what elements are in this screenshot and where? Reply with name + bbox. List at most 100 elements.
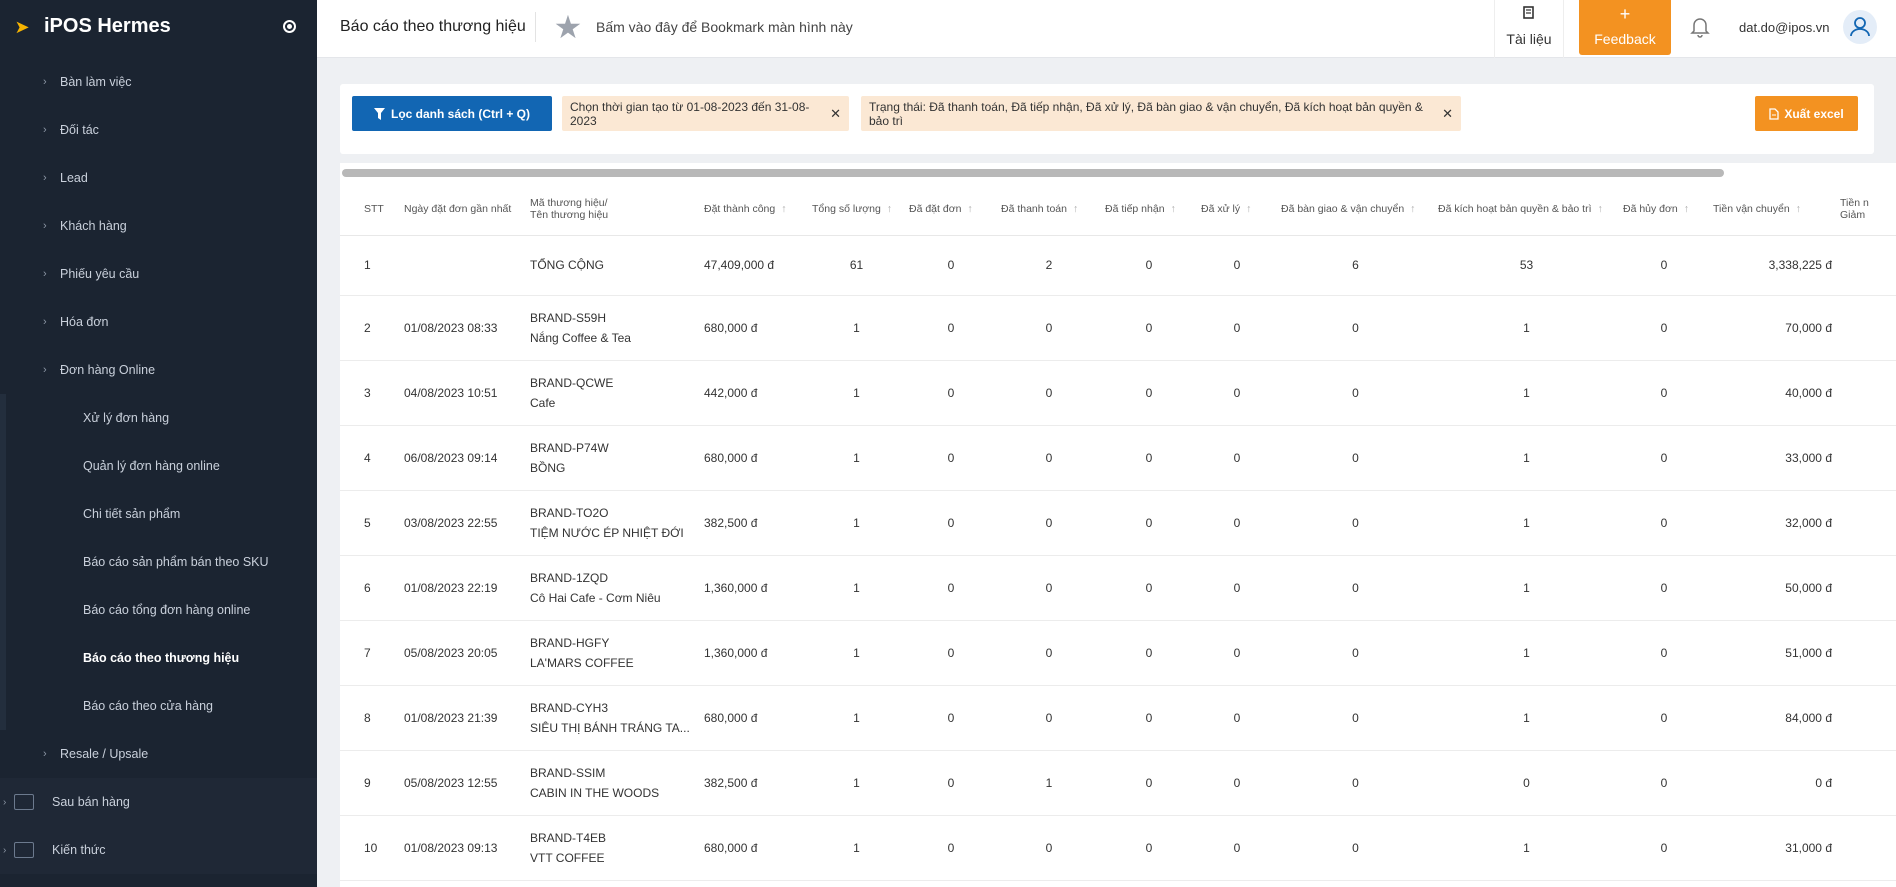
chevron-right-icon: › <box>3 844 7 856</box>
brand-code: BRAND-CYH3 <box>530 700 609 715</box>
sort-arrow-icon[interactable]: ↑ <box>1410 203 1415 215</box>
cell-date <box>400 235 526 296</box>
sort-arrow-icon[interactable]: ↑ <box>1598 203 1603 215</box>
column-header-label: Ngày đặt đơn gần nhất <box>404 202 512 215</box>
cell-success: 382,500 đ <box>700 490 808 556</box>
table-row[interactable]: 9 05/08/2023 12:55 BRAND-SSIM CABIN IN THE … <box>340 750 1896 816</box>
cell-shipped: 0 <box>1277 750 1434 816</box>
column-header[interactable]: Tổng số lượng ↑ <box>808 183 905 236</box>
cell-qty: 1 <box>808 750 905 816</box>
star-icon[interactable]: ★ <box>551 10 585 44</box>
column-header[interactable]: Đã bàn giao & vận chuyển ↑ <box>1277 183 1434 236</box>
sidebar-item-label: Sau bán hàng <box>52 795 130 809</box>
cell-processed: 0 <box>1197 685 1277 751</box>
cell-received: 0 <box>1101 235 1197 296</box>
close-icon[interactable]: ✕ <box>830 106 841 122</box>
feedback-button[interactable]: + Feedback <box>1579 0 1671 55</box>
column-header[interactable]: Đã xử lý ↑ <box>1197 183 1277 236</box>
column-header[interactable]: Đã đặt đơn ↑ <box>905 183 997 236</box>
cell-shipped: 0 <box>1277 360 1434 426</box>
cell-processed: 0 <box>1197 620 1277 686</box>
cell-paid: 1 <box>997 750 1101 816</box>
column-header[interactable]: Đã thanh toán ↑ <box>997 183 1101 236</box>
horizontal-scrollbar[interactable] <box>342 169 1724 177</box>
sidebar-subitem[interactable]: Báo cáo sản phẩm bán theo SKU <box>6 538 317 586</box>
sort-arrow-icon[interactable]: ↑ <box>967 203 972 215</box>
sort-arrow-icon[interactable]: ↑ <box>1684 203 1689 215</box>
sidebar-subitem[interactable]: Xử lý đơn hàng <box>6 394 317 442</box>
table-row[interactable]: 2 01/08/2023 08:33 BRAND-S59H Nắng Coffee &… <box>340 295 1896 361</box>
sidebar: ➤ iPOS Hermes › Bàn làm việc › Đối tác › Lead… <box>0 0 317 887</box>
sidebar-subitem[interactable]: Báo cáo theo thương hiệu <box>6 634 317 682</box>
user-icon[interactable] <box>1843 10 1877 44</box>
sidebar-item[interactable]: › Khách hàng <box>0 202 317 250</box>
docs-button[interactable]: Tài liệu <box>1494 0 1564 58</box>
table-row[interactable]: 6 01/08/2023 22:19 BRAND-1ZQD Cô Hai Cafe -… <box>340 555 1896 621</box>
cell-date: 05/08/2023 20:05 <box>400 620 526 686</box>
sort-arrow-icon[interactable]: ↑ <box>1171 203 1176 215</box>
cell-stt: 1 <box>340 235 400 296</box>
column-header[interactable]: Đặt thành công ↑ <box>700 183 808 236</box>
table-row[interactable]: 5 03/08/2023 22:55 BRAND-TO2O TIỆM NƯỚC ÉP … <box>340 490 1896 556</box>
sidebar-item[interactable]: › Resale / Upsale <box>0 730 317 778</box>
cell-shipped: 0 <box>1277 685 1434 751</box>
sidebar-item[interactable]: › Bàn làm việc <box>0 58 317 106</box>
cell-ordered: 0 <box>905 295 997 361</box>
sidebar-subitem[interactable]: Báo cáo theo cửa hàng <box>6 682 317 730</box>
sort-arrow-icon[interactable]: ↑ <box>781 203 786 215</box>
filter-list-button[interactable]: Lọc danh sách (Ctrl + Q) <box>352 96 552 131</box>
sort-arrow-icon[interactable]: ↑ <box>887 203 892 215</box>
close-icon[interactable]: ✕ <box>1442 106 1453 122</box>
column-header[interactable]: Đã kích hoạt bản quyền & bảo trì ↑ <box>1434 183 1619 236</box>
header-divider <box>535 12 536 42</box>
sort-arrow-icon[interactable]: ↑ <box>1246 203 1251 215</box>
sidebar-subitem[interactable]: Chi tiết sản phẩm <box>6 490 317 538</box>
sidebar-item[interactable]: › Phiếu yêu cầu <box>0 250 317 298</box>
sidebar-item-label: Resale / Upsale <box>60 747 149 761</box>
export-excel-button[interactable]: Xuất excel <box>1755 96 1858 131</box>
table-row[interactable]: 4 06/08/2023 09:14 BRAND-P74W BỒNG 680,000 đ… <box>340 425 1896 491</box>
brand-name: Nắng Coffee & Tea <box>530 330 631 345</box>
column-header[interactable]: Đã tiếp nhận ↑ <box>1101 183 1197 236</box>
sidebar-root-item[interactable]: › Kiến thức <box>0 826 317 874</box>
cell-processed: 0 <box>1197 425 1277 491</box>
cell-extra: 3 <box>1836 490 1896 556</box>
table-row[interactable]: 1 TỔNG CỘNG 47,409,000 đ 61 0 2 0 0 6 53 0 3,338,22… <box>340 235 1896 296</box>
sidebar-item-label: Đối tác <box>60 123 99 137</box>
bookmark-link[interactable]: Bấm vào đây để Bookmark màn hình này <box>596 19 853 35</box>
sidebar-item[interactable]: › Đối tác <box>0 106 317 154</box>
sidebar-subitem[interactable]: Quản lý đơn hàng online <box>6 442 317 490</box>
cell-received: 0 <box>1101 490 1197 556</box>
sort-arrow-icon[interactable]: ↑ <box>1073 203 1078 215</box>
table-row[interactable]: 7 05/08/2023 20:05 BRAND-HGFY LA'MARS COFFE… <box>340 620 1896 686</box>
table-row[interactable]: 3 04/08/2023 10:51 BRAND-QCWE Cafe 442,000 đ… <box>340 360 1896 426</box>
cell-date: 04/08/2023 10:51 <box>400 360 526 426</box>
cell-extra: 47,4 <box>1836 235 1896 296</box>
filter-list-label: Lọc danh sách (Ctrl + Q) <box>390 106 531 121</box>
cell-brand: BRAND-1ZQD Cô Hai Cafe - Cơm Niêu <box>526 555 700 621</box>
cell-stt: 7 <box>340 620 400 686</box>
brand-name: Cafe <box>530 395 556 410</box>
table-row[interactable]: 8 01/08/2023 21:39 BRAND-CYH3 SIÊU THỊ BÁNH… <box>340 685 1896 751</box>
column-header-label: Đã bàn giao & vận chuyển <box>1281 202 1405 215</box>
bell-icon[interactable] <box>1688 14 1712 38</box>
cell-stt: 4 <box>340 425 400 491</box>
cell-shipped: 0 <box>1277 620 1434 686</box>
table-row[interactable]: 10 01/08/2023 09:13 BRAND-T4EB VTT COFFEE 68… <box>340 815 1896 881</box>
sidebar-item[interactable]: › Lead <box>0 154 317 202</box>
brand-name: VTT COFFEE <box>530 850 605 865</box>
status-filter-text: Trạng thái: Đã thanh toán, Đã tiếp nhận,… <box>869 99 1423 128</box>
column-header[interactable]: Tiền vận chuyển ↑ <box>1709 183 1836 236</box>
sidebar-item[interactable]: › Đơn hàng Online <box>0 346 317 394</box>
cell-stt: 3 <box>340 360 400 426</box>
sidebar-root-item[interactable]: › Sau bán hàng <box>0 778 317 826</box>
cell-shipped: 0 <box>1277 815 1434 881</box>
column-header[interactable]: Đã hủy đơn ↑ <box>1619 183 1709 236</box>
table-header-row: STT Ngày đặt đơn gần nhất Mã thương hiệu/T… <box>340 183 1896 236</box>
sort-arrow-icon[interactable]: ↑ <box>1796 203 1801 215</box>
sidebar-toggle-icon[interactable] <box>283 20 296 33</box>
sidebar-subitem[interactable]: Báo cáo tổng đơn hàng online <box>6 586 317 634</box>
user-email[interactable]: dat.do@ipos.vn <box>1739 20 1830 35</box>
cell-shipping: 0 đ <box>1709 750 1836 816</box>
sidebar-item[interactable]: › Hóa đơn <box>0 298 317 346</box>
